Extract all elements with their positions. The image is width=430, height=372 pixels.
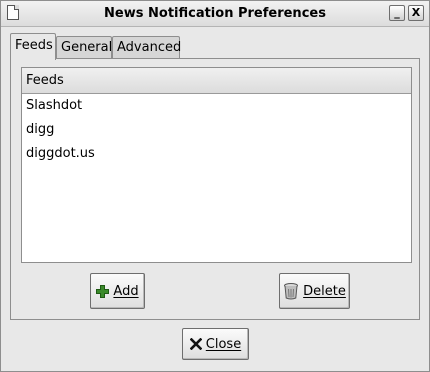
trash-icon — [283, 282, 299, 300]
feed-row-diggdot-us[interactable]: diggdot.us — [22, 142, 411, 166]
add-button-label: Add — [113, 283, 139, 299]
tab-advanced[interactable]: Advanced — [112, 36, 181, 59]
minimize-button[interactable]: _ — [389, 5, 405, 21]
delete-button-label: Delete — [303, 283, 346, 299]
tab-general[interactable]: General — [56, 36, 112, 59]
feeds-tab-panel: Feeds Slashdot digg diggdot.us Add Delet… — [10, 58, 420, 320]
feed-list[interactable]: Feeds Slashdot digg diggdot.us — [21, 67, 412, 263]
close-button-label: Close — [205, 336, 242, 352]
feeds-column-header[interactable]: Feeds — [22, 68, 411, 94]
feed-row-digg[interactable]: digg — [22, 118, 411, 142]
delete-feed-button[interactable]: Delete — [279, 273, 350, 309]
tab-feeds[interactable]: Feeds — [10, 33, 56, 60]
plus-icon — [96, 284, 110, 298]
preferences-window: News Notification Preferences _ X Feeds … — [0, 0, 430, 372]
window-title: News Notification Preferences — [104, 6, 326, 21]
add-feed-button[interactable]: Add — [90, 273, 145, 309]
window-close-button[interactable]: X — [408, 5, 424, 21]
title-bar[interactable]: News Notification Preferences _ X — [1, 1, 429, 27]
close-x-icon — [189, 337, 203, 351]
feed-row-slashdot[interactable]: Slashdot — [22, 94, 411, 118]
close-button[interactable]: Close — [182, 328, 249, 360]
